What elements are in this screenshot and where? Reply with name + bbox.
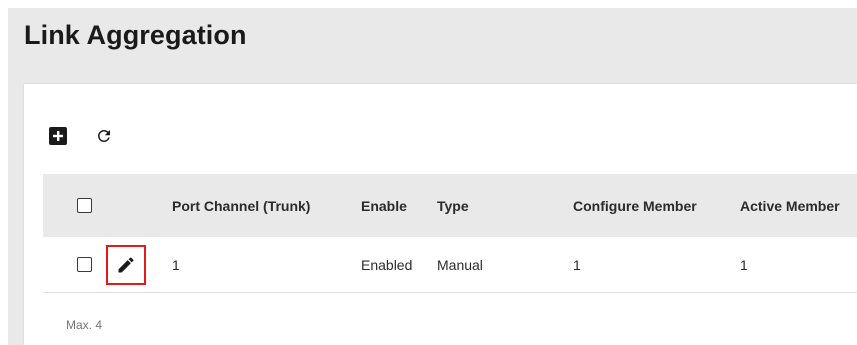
edit-button[interactable] — [106, 244, 146, 285]
pencil-icon — [118, 256, 134, 272]
table-row: 1 Enabled Manual 1 1 — [43, 237, 857, 293]
column-header-active-member[interactable]: Active Member — [740, 174, 840, 237]
cell-active-member: 1 — [740, 256, 748, 273]
column-header-configure-member[interactable]: Configure Member — [573, 174, 697, 237]
refresh-icon — [97, 129, 110, 142]
max-entries-note: Max. 4 — [66, 318, 103, 332]
cell-port-channel: 1 — [172, 256, 180, 273]
column-header-enable[interactable]: Enable — [361, 174, 407, 237]
refresh-button[interactable] — [92, 124, 116, 148]
add-box-icon — [49, 127, 67, 145]
link-aggregation-table: Port Channel (Trunk) Enable Type Configu… — [43, 174, 857, 293]
select-all-checkbox[interactable] — [77, 198, 92, 213]
column-header-port-channel[interactable]: Port Channel (Trunk) — [172, 174, 310, 237]
page-title: Link Aggregation — [24, 20, 247, 50]
cell-enable: Enabled — [361, 256, 413, 273]
add-button[interactable] — [46, 124, 70, 148]
cell-configure-member: 1 — [573, 256, 581, 273]
table-header: Port Channel (Trunk) Enable Type Configu… — [43, 174, 857, 237]
row-checkbox[interactable] — [77, 257, 92, 272]
toolbar — [46, 124, 116, 148]
column-header-type[interactable]: Type — [437, 174, 469, 237]
cell-type: Manual — [437, 256, 483, 273]
